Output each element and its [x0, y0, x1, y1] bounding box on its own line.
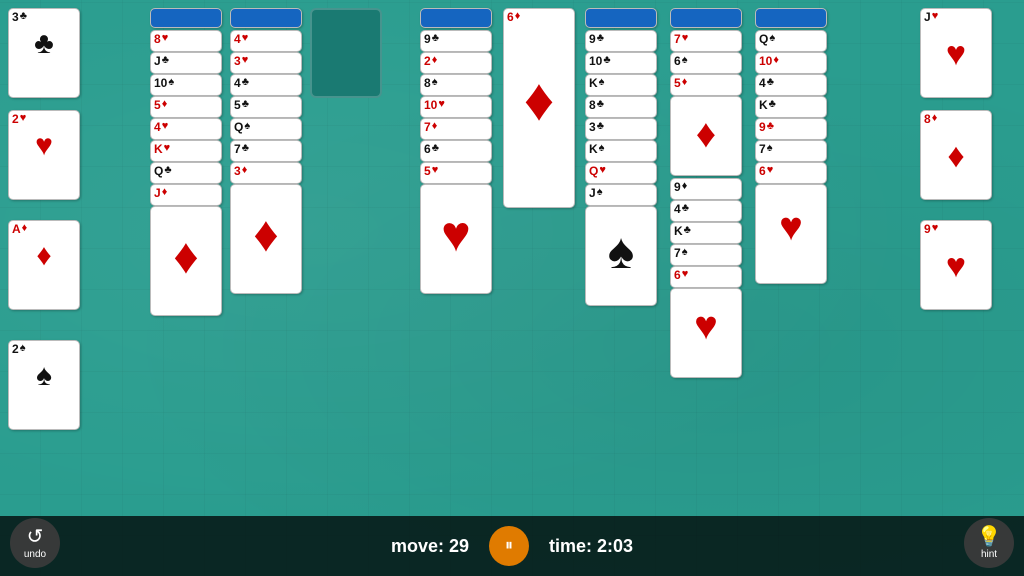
pause-button[interactable]: ⏸	[489, 526, 529, 566]
game-area[interactable]: 3 ♣ ♣ 2 ♥ ♥ A ♦ ♦ 2 ♠	[0, 0, 1024, 516]
undo-label: undo	[24, 549, 46, 560]
hint-label: hint	[981, 549, 997, 560]
move-counter: move: 29	[391, 536, 469, 557]
hint-button[interactable]: 💡 hint	[964, 518, 1014, 568]
tableau-col-3[interactable]	[310, 8, 382, 98]
undo-button[interactable]: ↺ undo	[10, 518, 60, 568]
hint-icon: 💡	[977, 527, 1002, 547]
undo-icon: ↺	[27, 527, 44, 547]
timer-display: time: 2:03	[549, 536, 633, 557]
bottom-bar: ↺ undo move: 29 ⏸ time: 2:03 💡 hint	[0, 516, 1024, 576]
pause-icon: ⏸	[505, 537, 513, 555]
